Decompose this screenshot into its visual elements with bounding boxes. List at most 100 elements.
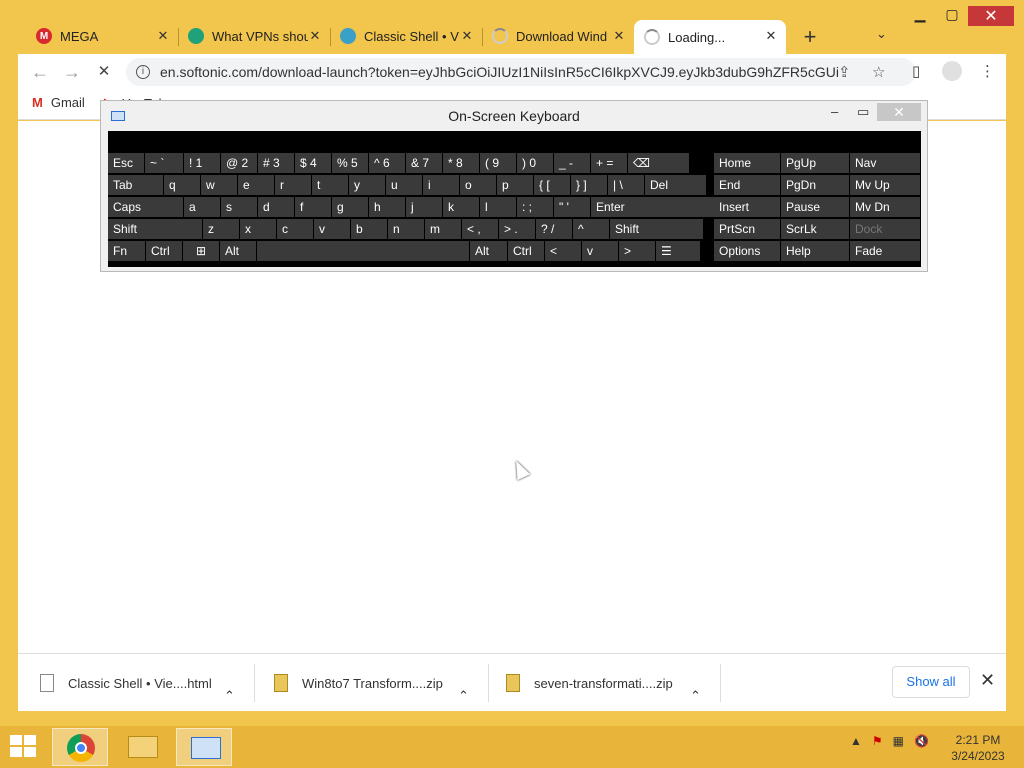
key[interactable]: Help [781, 241, 849, 261]
key[interactable]: ⊞ [183, 241, 219, 261]
key[interactable]: r [275, 175, 311, 195]
key[interactable]: ScrLk [781, 219, 849, 239]
key[interactable]: ^ 6 [369, 153, 405, 173]
taskbar-file-explorer[interactable] [114, 728, 170, 766]
key[interactable]: ( 9 [480, 153, 516, 173]
network-icon[interactable]: ▦ [893, 734, 904, 748]
key[interactable]: v [582, 241, 618, 261]
tab-download-windows[interactable]: Download Wind ✕ [482, 20, 634, 52]
key[interactable] [257, 241, 469, 261]
new-tab-button[interactable]: + [798, 24, 822, 50]
key[interactable]: % 5 [332, 153, 368, 173]
key[interactable]: Esc [108, 153, 144, 173]
chevron-up-icon[interactable]: ⌃ [458, 677, 469, 715]
tab-search-chevron-icon[interactable]: ⌄ [876, 26, 887, 42]
key[interactable]: s [221, 197, 257, 217]
key[interactable]: : ; [517, 197, 553, 217]
close-icon[interactable]: ✕ [308, 28, 322, 44]
stop-button[interactable]: ✕ [92, 60, 116, 84]
key[interactable]: Fade [850, 241, 920, 261]
key[interactable]: d [258, 197, 294, 217]
download-item[interactable]: Win8to7 Transform....zip [274, 664, 443, 702]
key[interactable]: _ - [554, 153, 590, 173]
close-window-button[interactable]: ✕ [877, 103, 921, 121]
close-icon[interactable]: ✕ [460, 28, 474, 44]
maximize-button[interactable]: ▢ [936, 6, 968, 26]
key[interactable]: " ' [554, 197, 590, 217]
clock[interactable]: 2:21 PM 3/24/2023 [940, 732, 1016, 764]
key[interactable]: i [423, 175, 459, 195]
minimize-button[interactable]: – [831, 104, 838, 119]
key[interactable]: f [295, 197, 331, 217]
key[interactable]: } ] [571, 175, 607, 195]
key[interactable]: e [238, 175, 274, 195]
key[interactable]: + = [591, 153, 627, 173]
key[interactable]: Ctrl [146, 241, 182, 261]
key[interactable]: q [164, 175, 200, 195]
key[interactable]: < , [462, 219, 498, 239]
show-all-button[interactable]: Show all [892, 666, 970, 698]
bookmark-gmail[interactable]: M Gmail [32, 95, 85, 110]
key[interactable]: Alt [470, 241, 507, 261]
key[interactable]: PgDn [781, 175, 849, 195]
close-window-button[interactable]: ✕ [968, 6, 1014, 26]
key[interactable]: $ 4 [295, 153, 331, 173]
chevron-up-icon[interactable]: ⌃ [224, 677, 235, 715]
key[interactable]: * 8 [443, 153, 479, 173]
key[interactable]: Fn [108, 241, 145, 261]
key[interactable]: Home [714, 153, 780, 173]
bookmark-star-icon[interactable]: ☆ [872, 63, 885, 81]
key[interactable]: x [240, 219, 276, 239]
close-icon[interactable]: ✕ [764, 28, 778, 44]
minimize-button[interactable]: ▁ [904, 6, 936, 26]
key[interactable]: # 3 [258, 153, 294, 173]
key[interactable]: PrtScn [714, 219, 780, 239]
key[interactable]: j [406, 197, 442, 217]
key[interactable]: Mv Dn [850, 197, 920, 217]
key[interactable]: Mv Up [850, 175, 920, 195]
tab-mega[interactable]: M MEGA ✕ [26, 20, 179, 52]
key[interactable]: u [386, 175, 422, 195]
key[interactable]: Shift [610, 219, 703, 239]
key[interactable]: & 7 [406, 153, 442, 173]
key[interactable]: { [ [534, 175, 570, 195]
osk-titlebar[interactable]: On-Screen Keyboard – ▭ ✕ [101, 101, 927, 131]
volume-muted-icon[interactable]: 🔇 [914, 734, 929, 748]
download-item[interactable]: Classic Shell • Vie....html [40, 664, 212, 702]
tray-overflow-icon[interactable]: ▲ [850, 734, 862, 748]
key[interactable]: y [349, 175, 385, 195]
key[interactable]: p [497, 175, 533, 195]
key[interactable]: o [460, 175, 496, 195]
key[interactable]: < [545, 241, 581, 261]
key[interactable]: Alt [220, 241, 256, 261]
share-icon[interactable]: ⇪ [838, 63, 851, 81]
menu-kebab-icon[interactable]: ⋮ [980, 62, 995, 80]
action-center-flag-icon[interactable]: ⚑ [872, 734, 883, 748]
close-icon[interactable]: ✕ [980, 670, 995, 691]
forward-button[interactable]: → [60, 60, 84, 84]
key[interactable]: g [332, 197, 368, 217]
key[interactable]: Pause [781, 197, 849, 217]
key[interactable]: ☰ [656, 241, 700, 261]
key[interactable]: Options [714, 241, 780, 261]
key[interactable]: > . [499, 219, 535, 239]
key[interactable]: Insert [714, 197, 780, 217]
key[interactable]: Caps [108, 197, 183, 217]
profile-avatar[interactable] [942, 61, 962, 81]
close-icon[interactable]: ✕ [156, 28, 170, 44]
key[interactable]: a [184, 197, 220, 217]
key[interactable]: Shift [108, 219, 202, 239]
key[interactable]: k [443, 197, 479, 217]
key[interactable]: | \ [608, 175, 644, 195]
key[interactable]: Ctrl [508, 241, 544, 261]
key[interactable]: ! 1 [184, 153, 220, 173]
download-item[interactable]: seven-transformati....zip [506, 664, 673, 702]
key[interactable]: z [203, 219, 239, 239]
key[interactable]: ? / [536, 219, 572, 239]
key[interactable]: ^ [573, 219, 609, 239]
key[interactable]: m [425, 219, 461, 239]
key[interactable]: c [277, 219, 313, 239]
back-button[interactable]: ← [28, 60, 52, 84]
side-panel-icon[interactable]: ▯ [912, 62, 920, 80]
address-bar[interactable]: i en.softonic.com/download-launch?token=… [126, 58, 916, 86]
